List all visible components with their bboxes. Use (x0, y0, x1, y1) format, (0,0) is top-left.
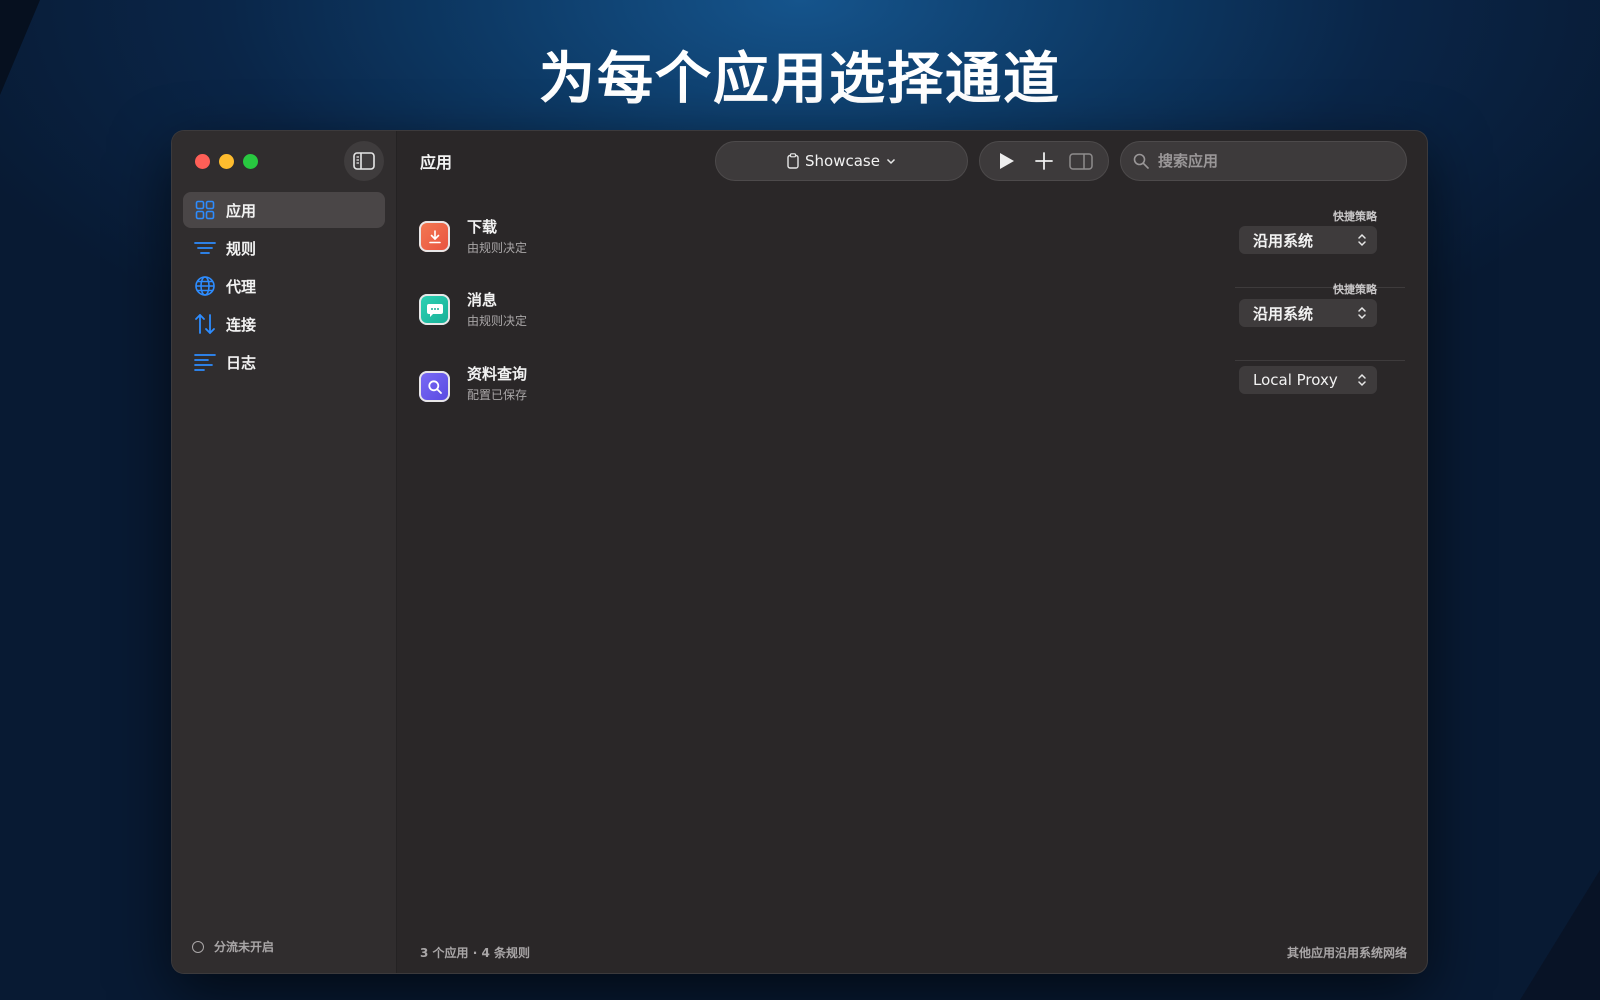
sidebar-item-proxy[interactable]: 代理 (183, 268, 385, 304)
minimize-button[interactable] (219, 154, 234, 169)
sidebar-toggle-button[interactable] (344, 141, 384, 181)
log-lines-icon (194, 351, 216, 373)
sidebar-item-logs[interactable]: 日志 (183, 344, 385, 380)
page-title: 应用 (420, 153, 453, 172)
chevron-down-icon (886, 158, 896, 164)
policy-select[interactable]: 沿用系统 (1239, 226, 1377, 254)
toolbar-actions (979, 141, 1109, 181)
policy-value: 沿用系统 (1253, 231, 1314, 250)
download-app-icon (419, 221, 450, 252)
sidebar-icon (353, 152, 375, 170)
app-name: 资料查询 (467, 365, 528, 383)
inspector-icon (1069, 152, 1094, 170)
list-icon (194, 237, 216, 259)
app-name: 下载 (467, 218, 498, 236)
row-divider (1235, 360, 1405, 361)
sidebar: 应用 规则 代理 连接 日志 分流未开启 (172, 131, 397, 973)
window-controls (195, 154, 258, 169)
download-icon (428, 229, 441, 243)
play-icon (999, 153, 1014, 169)
search-icon (1133, 153, 1149, 169)
message-app-icon (419, 294, 450, 325)
list-item[interactable]: 资料查询 配置已保存 Local Proxy (397, 362, 1427, 422)
grid-icon (194, 199, 216, 221)
lookup-app-icon (419, 371, 450, 402)
row-divider (1235, 287, 1405, 288)
chat-bubble-icon (426, 303, 443, 317)
search-input[interactable] (1158, 152, 1388, 170)
updown-chevron-icon (1358, 233, 1366, 247)
hero-title: 为每个应用选择通道 (539, 47, 1061, 112)
sidebar-item-label: 连接 (226, 315, 257, 334)
app-list: 下载 由规则决定 快捷策略 沿用系统 消息 由规则决定 快捷策略 沿用系统 资料… (397, 210, 1427, 422)
app-window: 应用 规则 代理 连接 日志 分流未开启 应用 Showcase 搜索应用 下载… (172, 131, 1427, 973)
profile-name: Showcase (805, 152, 880, 170)
play-button[interactable] (992, 146, 1022, 176)
sidebar-item-label: 应用 (226, 201, 257, 220)
policy-select[interactable]: 沿用系统 (1239, 299, 1377, 327)
policy-label: 快捷策略 (1333, 283, 1377, 296)
policy-value: 沿用系统 (1253, 304, 1314, 323)
inspector-toggle-button[interactable] (1066, 146, 1096, 176)
profile-selector[interactable]: Showcase (715, 141, 968, 181)
list-item[interactable]: 消息 由规则决定 快捷策略 沿用系统 (397, 283, 1427, 362)
add-button[interactable] (1029, 146, 1059, 176)
arrows-updown-icon (194, 313, 216, 335)
sidebar-item-apps[interactable]: 应用 (183, 192, 385, 228)
sidebar-item-label: 日志 (226, 353, 257, 372)
policy-label: 快捷策略 (1333, 210, 1377, 223)
policy-select[interactable]: Local Proxy (1239, 366, 1377, 394)
updown-chevron-icon (1358, 306, 1366, 320)
footer-summary: 3 个应用 · 4 条规则 (420, 946, 530, 960)
routing-status-text: 分流未开启 (214, 940, 275, 954)
magnifier-icon (427, 379, 442, 394)
zoom-button[interactable] (243, 154, 258, 169)
routing-status: 分流未开启 (192, 938, 274, 955)
plus-icon (1035, 152, 1053, 170)
globe-icon (194, 275, 216, 297)
policy-value: Local Proxy (1253, 371, 1338, 389)
clipboard-icon (787, 153, 799, 169)
status-circle-icon (192, 940, 204, 953)
updown-chevron-icon (1358, 373, 1366, 387)
app-subtitle: 由规则决定 (467, 241, 528, 255)
background-corner-right (1520, 870, 1600, 1000)
footer-note: 其他应用沿用系统网络 (1286, 946, 1407, 960)
sidebar-item-rules[interactable]: 规则 (183, 230, 385, 266)
close-button[interactable] (195, 154, 210, 169)
sidebar-nav: 应用 规则 代理 连接 日志 (183, 192, 385, 382)
main-content: 应用 Showcase 搜索应用 下载 由规则决定 快捷策略 沿用系统 消息 由… (397, 131, 1427, 973)
sidebar-item-label: 代理 (226, 277, 257, 296)
sidebar-item-label: 规则 (226, 239, 257, 258)
list-item[interactable]: 下载 由规则决定 快捷策略 沿用系统 (397, 210, 1427, 289)
sidebar-item-connections[interactable]: 连接 (183, 306, 385, 342)
app-name: 消息 (467, 291, 498, 309)
app-subtitle: 配置已保存 (467, 388, 528, 402)
search-field[interactable] (1120, 141, 1407, 181)
app-subtitle: 由规则决定 (467, 314, 528, 328)
